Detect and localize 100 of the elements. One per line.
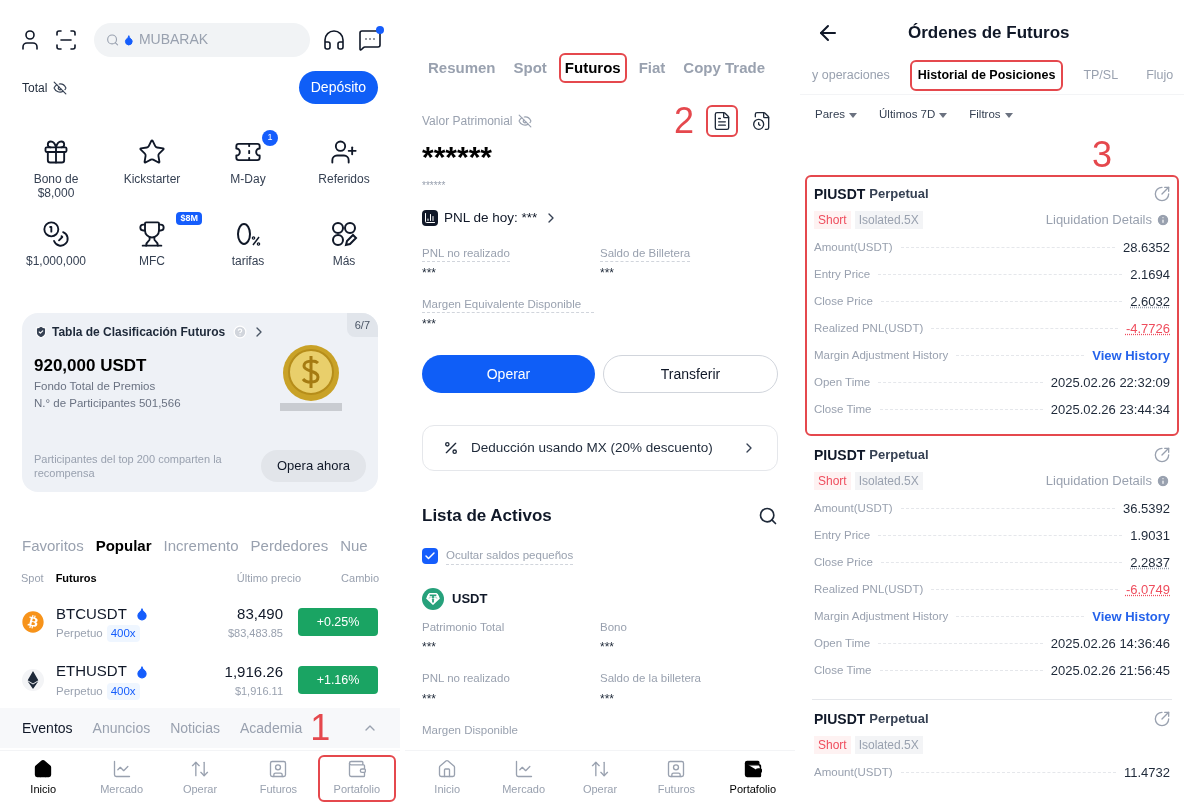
share-icon[interactable] — [1154, 447, 1170, 463]
shortcut-label[interactable]: Más — [332, 253, 356, 268]
shortcut-label[interactable]: Bono de $8,000 — [20, 171, 92, 200]
orders-tab[interactable]: Historial de Posiciones — [909, 60, 1064, 91]
equity-subvalue: ****** — [422, 179, 447, 193]
filter-dropdown[interactable]: Filtros — [969, 106, 1013, 124]
news-tab[interactable]: Academia — [240, 717, 303, 739]
chat-icon[interactable] — [358, 27, 382, 52]
detail-label: Margin Adjustment History — [814, 347, 949, 363]
pair-symbol[interactable]: BTCUSDT — [56, 602, 127, 626]
fee-discount-row[interactable]: Deducción usando MX (20% descuento) — [422, 425, 778, 471]
orders-tab[interactable]: Flujo — [1138, 60, 1182, 91]
headset-icon[interactable] — [322, 27, 346, 52]
search-icon — [106, 31, 120, 48]
nav-tab[interactable]: Portafolio — [317, 755, 397, 802]
portfolio-tab[interactable]: Resumen — [422, 52, 502, 84]
nav-tab[interactable]: Futuros — [239, 755, 318, 802]
deposit-button[interactable]: Depósito — [298, 71, 378, 105]
user-card-icon — [666, 759, 687, 780]
market-tab[interactable]: Incremento — [163, 534, 239, 557]
side-tag: Short — [814, 211, 851, 229]
share-icon[interactable] — [1154, 711, 1170, 727]
trade-now-button[interactable]: Opera ahora — [261, 450, 366, 482]
info-icon[interactable] — [1156, 474, 1170, 488]
field-label: PNL no realizado — [422, 671, 511, 687]
checkbox[interactable] — [422, 548, 438, 564]
stat-value: *** — [600, 265, 614, 282]
stat-label[interactable]: PNL no realizado — [422, 245, 510, 262]
portfolio-tab[interactable]: Fiat — [632, 52, 672, 84]
leverage-tag: 400x — [106, 625, 140, 643]
view-history-link[interactable]: View History — [1092, 606, 1170, 627]
portfolio-tab[interactable]: Spot — [507, 52, 553, 84]
scan-icon[interactable] — [54, 27, 78, 52]
checkbox-label[interactable]: Ocultar saldos pequeños — [446, 546, 574, 566]
liquidation-details-link[interactable]: Liquidation Details — [1045, 210, 1152, 230]
trade-button[interactable]: Operar — [422, 355, 595, 393]
star-icon[interactable] — [138, 137, 166, 166]
transfer-button[interactable]: Transferir — [603, 355, 778, 393]
news-tab[interactable]: Anuncios — [92, 717, 151, 739]
nav-tab[interactable]: Inicio — [409, 755, 486, 802]
today-pnl-link[interactable]: PNL de hoy: *** — [444, 207, 538, 229]
liquidation-details-link[interactable]: Liquidation Details — [1045, 471, 1152, 491]
asset-symbol: USDT — [452, 590, 488, 609]
shortcut-label[interactable]: tarifas — [231, 253, 265, 268]
market-type-tab[interactable]: Futuros — [55, 570, 97, 587]
market-tab[interactable]: Nue — [340, 534, 368, 557]
detail-label: Amount(USDT) — [814, 500, 893, 516]
nav-tab[interactable]: Inicio — [4, 755, 83, 802]
change-badge[interactable]: +1.16% — [298, 666, 378, 695]
coin-icon — [22, 611, 44, 634]
nav-tab[interactable]: Mercado — [485, 755, 562, 802]
view-history-link[interactable]: View History — [1092, 345, 1170, 366]
change-badge[interactable]: +0.25% — [298, 608, 378, 637]
shortcut-label[interactable]: MFC — [139, 253, 165, 268]
prize-amount: 920,000 USDT — [34, 354, 148, 377]
orders-tab[interactable]: TP/SL — [1075, 60, 1127, 91]
market-tab[interactable]: Popular — [95, 534, 152, 557]
coins-icon[interactable] — [42, 219, 70, 248]
stat-label[interactable]: Saldo de Billetera — [600, 245, 691, 262]
search-input[interactable]: MUBARAK — [138, 29, 298, 51]
detail-label: Close Price — [814, 293, 873, 309]
market-type-tab[interactable]: Spot — [21, 570, 44, 587]
nav-tab[interactable]: Futuros — [638, 755, 715, 802]
stat-value: *** — [422, 265, 436, 282]
coin-icon — [422, 588, 444, 610]
nav-tab[interactable]: Portafolio — [714, 755, 792, 802]
circles-icon[interactable] — [330, 219, 358, 248]
field-label: Patrimonio Total — [422, 620, 506, 635]
shortcut-label[interactable]: Kickstarter — [123, 171, 181, 186]
column-header: Último precio — [235, 571, 301, 587]
trophy-icon[interactable] — [138, 219, 166, 248]
shield-icon — [34, 324, 48, 339]
portfolio-tab[interactable]: Futuros — [558, 52, 627, 84]
leaderboard-title[interactable]: Tabla de Clasificación Futuros — [52, 322, 226, 341]
portfolio-tab[interactable]: Copy Trade — [677, 52, 772, 84]
stat-label[interactable]: Margen Equivalente Disponible — [422, 296, 594, 313]
market-tab[interactable]: Favoritos — [22, 534, 84, 557]
search-field[interactable]: MUBARAK — [94, 22, 310, 57]
pair-symbol[interactable]: ETHUSDT — [56, 660, 127, 683]
nav-tab[interactable]: Operar — [561, 755, 639, 802]
shortcut-label[interactable]: M-Day — [230, 171, 266, 186]
nav-tab[interactable]: Mercado — [82, 755, 161, 802]
info-icon[interactable] — [1156, 213, 1170, 227]
shortcut-label[interactable]: Referidos — [318, 171, 370, 186]
shortcut-label[interactable]: $1,000,000 — [25, 253, 87, 268]
news-tab[interactable]: Noticias — [170, 717, 220, 739]
last-price: 1,916.26 — [224, 661, 283, 682]
filter-dropdown[interactable]: Últimos 7D — [879, 106, 948, 124]
share-icon[interactable] — [1154, 186, 1170, 202]
search-icon[interactable] — [758, 506, 778, 526]
filter-dropdown[interactable]: Pares — [815, 106, 858, 124]
orders-tab[interactable]: y operaciones — [804, 60, 898, 91]
orders-button[interactable] — [706, 105, 738, 137]
nav-tab[interactable]: Operar — [160, 755, 240, 802]
eye-off-icon[interactable] — [53, 80, 68, 95]
market-tab[interactable]: Perdedores — [250, 534, 329, 557]
news-tab[interactable]: Eventos — [22, 717, 73, 739]
caret-icon — [939, 112, 948, 118]
assets-title: Lista de Activos — [422, 505, 552, 528]
detail-label: Entry Price — [814, 527, 871, 543]
